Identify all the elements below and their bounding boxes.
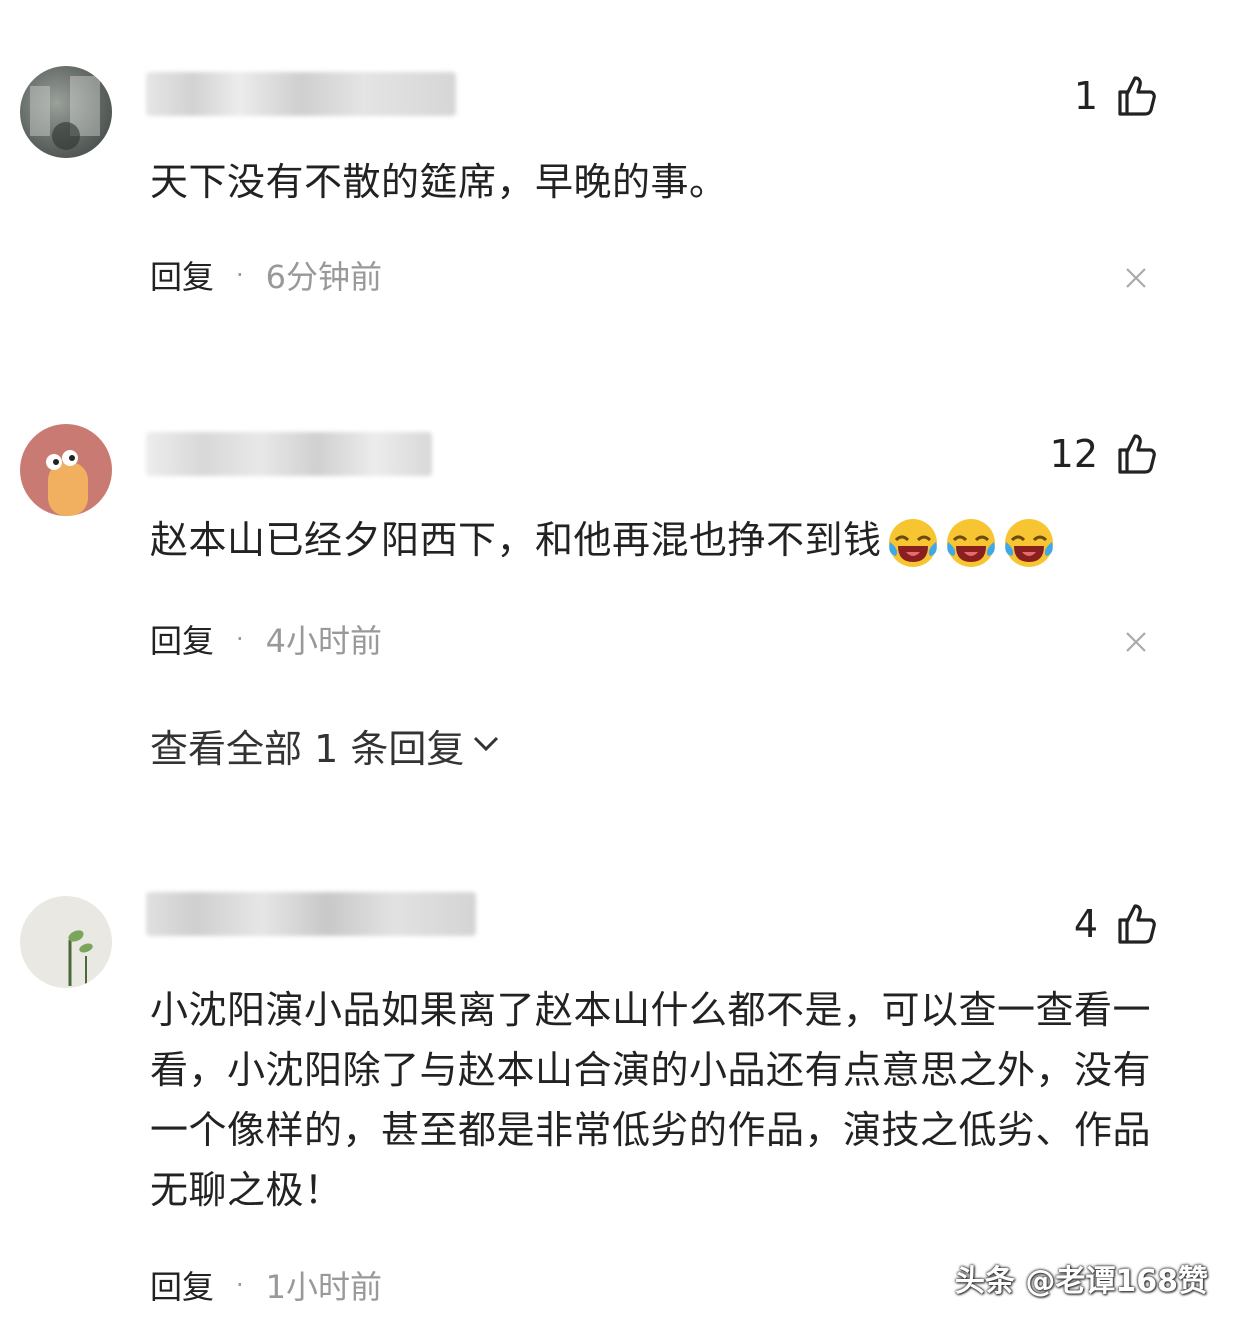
username-blurred[interactable] [146, 432, 432, 476]
avatar[interactable] [20, 66, 112, 158]
timestamp: 1小时前 [265, 1268, 383, 1306]
like-count: 12 [1049, 432, 1098, 476]
comment-text: 小沈阳演小品如果离了赵本山什么都不是，可以查一查看一看，小沈阳除了与赵本山合演的… [150, 988, 1152, 1212]
reply-button[interactable]: 回复 [150, 616, 214, 662]
separator-dot: · [236, 625, 244, 653]
comment-text: 天下没有不散的筵席，早晚的事。 [150, 160, 728, 204]
separator-dot: · [236, 1271, 244, 1299]
reply-button[interactable]: 回复 [150, 252, 214, 298]
avatar[interactable] [20, 424, 112, 516]
avatar[interactable] [20, 896, 112, 988]
separator-dot: · [236, 261, 244, 289]
comment-text: 赵本山已经夕阳西下，和他再混也挣不到钱 [150, 510, 1160, 570]
close-icon[interactable] [1122, 264, 1150, 292]
reply-button[interactable]: 回复 [150, 1262, 214, 1308]
comment-meta: 回复 · 6分钟前 [150, 252, 382, 298]
thumbs-up-icon[interactable] [1114, 902, 1158, 946]
view-all-replies-label: 查看全部 1 条回复 [150, 727, 465, 771]
thumbs-up-icon[interactable] [1114, 432, 1158, 476]
comment-text-body: 赵本山已经夕阳西下，和他再混也挣不到钱 [150, 518, 882, 562]
laughing-crying-emoji [1002, 516, 1056, 570]
comment-meta: 回复 · 4小时前 [150, 616, 382, 662]
comment-meta: 回复 · 1小时前 [150, 1262, 382, 1308]
timestamp: 4小时前 [265, 622, 383, 660]
close-icon[interactable] [1122, 628, 1150, 656]
like-count-group[interactable]: 1 [1074, 74, 1158, 118]
like-count: 4 [1073, 902, 1098, 946]
laughing-crying-emoji [886, 516, 940, 570]
timestamp: 6分钟前 [265, 258, 383, 296]
username-blurred[interactable] [146, 72, 456, 116]
thumbs-up-icon[interactable] [1114, 74, 1158, 118]
chevron-down-icon [470, 724, 502, 768]
like-count-group[interactable]: 4 [1074, 902, 1158, 946]
view-all-replies-button[interactable]: 查看全部 1 条回复 [150, 718, 502, 773]
avatar-image [46, 450, 88, 516]
avatar-image [30, 76, 100, 150]
laughing-crying-emoji [944, 516, 998, 570]
like-count: 1 [1073, 74, 1098, 118]
like-count-group[interactable]: 12 [1050, 432, 1158, 476]
username-blurred[interactable] [146, 892, 476, 936]
avatar-image [68, 930, 93, 986]
watermark: 头条 @老谭168赞 [954, 1264, 1208, 1299]
